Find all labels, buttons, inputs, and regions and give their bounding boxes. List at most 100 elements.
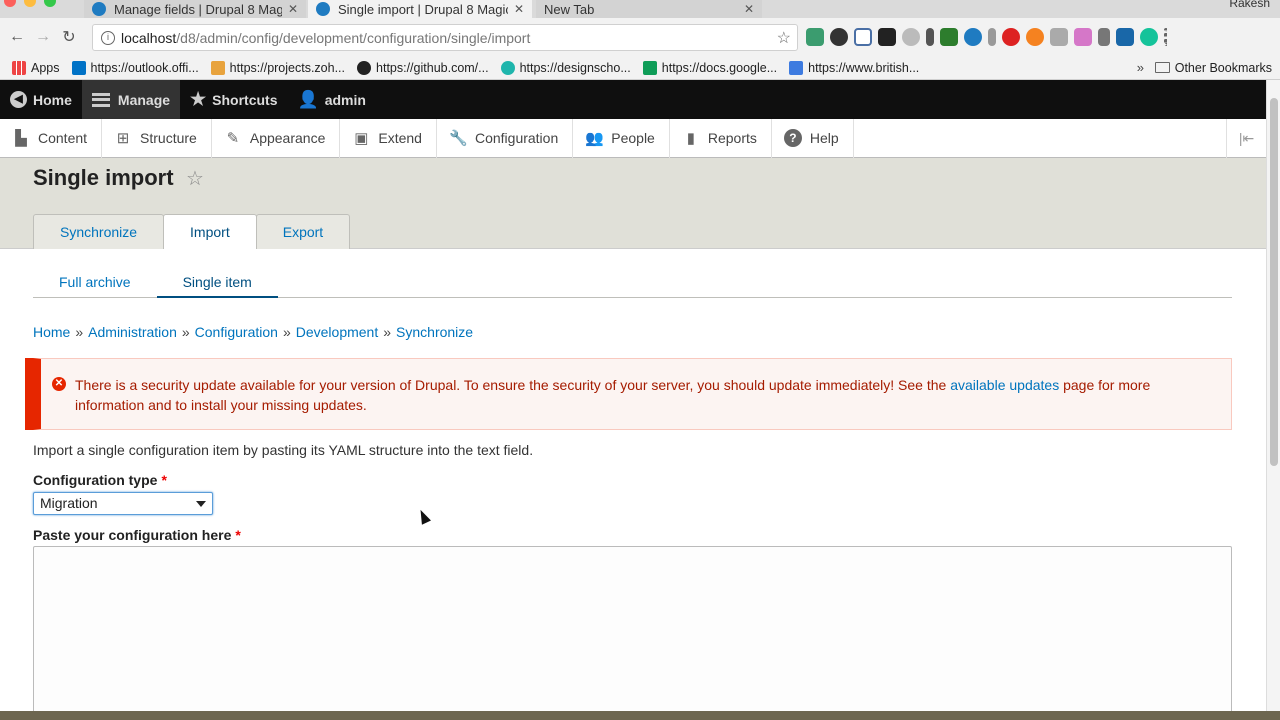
british-council-icon: [789, 60, 804, 75]
error-icon: ✕: [52, 377, 66, 391]
paste-config-textarea[interactable]: [33, 546, 1232, 720]
people-icon: 👥: [585, 130, 604, 147]
extension-icon[interactable]: [902, 28, 920, 46]
tab-full-archive[interactable]: Full archive: [33, 268, 157, 298]
toolbar-home[interactable]: ◀ Home: [0, 80, 82, 119]
collapse-tray-icon[interactable]: |⇤: [1226, 119, 1266, 158]
add-shortcut-star-icon[interactable]: ☆: [186, 166, 204, 191]
extension-icon[interactable]: [964, 28, 982, 46]
toolbar-user[interactable]: 👤 admin: [288, 80, 376, 119]
tray-item-help[interactable]: ? Help: [772, 118, 854, 158]
extension-icon[interactable]: [806, 28, 824, 46]
config-type-select[interactable]: Migration: [33, 492, 213, 515]
extension-icon[interactable]: [854, 28, 872, 46]
extension-icon[interactable]: [1098, 28, 1110, 46]
scrollbar-thumb[interactable]: [1270, 98, 1278, 466]
tray-item-content[interactable]: ▙ Content: [0, 118, 103, 158]
secondary-tabs: Full archive Single item: [33, 268, 1232, 298]
extension-icon[interactable]: [1050, 28, 1068, 46]
bookmark-github[interactable]: https://github.com/...: [357, 60, 489, 75]
breadcrumb-home[interactable]: Home: [33, 324, 70, 340]
breadcrumb-synchronize[interactable]: Synchronize: [396, 324, 473, 340]
toolbar-user-label: admin: [324, 91, 366, 108]
bookmark-apps[interactable]: Apps: [12, 60, 60, 75]
tray-item-label: Structure: [140, 130, 197, 146]
address-bar[interactable]: i localhost/d8/admin/config/development/…: [92, 24, 798, 51]
tray-item-reports[interactable]: ▮ Reports: [670, 118, 772, 158]
bookmark-label: https://docs.google...: [661, 60, 778, 75]
profile-name[interactable]: Rakesh: [1229, 0, 1270, 10]
tray-item-people[interactable]: 👥 People: [573, 118, 670, 158]
tray-item-label: People: [611, 130, 655, 146]
breadcrumb: Home» Administration» Configuration» Develo…: [33, 324, 473, 340]
tab-import[interactable]: Import: [163, 214, 257, 250]
toolbar-shortcuts[interactable]: ★ Shortcuts: [180, 80, 287, 119]
other-bookmarks[interactable]: Other Bookmarks: [1154, 61, 1272, 75]
bookmark-designschool[interactable]: https://designscho...: [500, 60, 631, 75]
tab-synchronize[interactable]: Synchronize: [33, 214, 165, 249]
toolbar-home-label: Home: [33, 91, 72, 108]
extension-icon[interactable]: [940, 28, 958, 46]
breadcrumb-separator: »: [383, 324, 392, 340]
bookmark-british[interactable]: https://www.british...: [789, 60, 919, 75]
error-message: ✕ There is a security update available f…: [33, 358, 1232, 430]
bookmark-label: https://github.com/...: [376, 60, 489, 75]
back-arrow-icon[interactable]: ←: [4, 28, 30, 46]
required-marker: *: [235, 527, 241, 543]
more-bookmarks-chevron-icon[interactable]: »: [1137, 60, 1144, 75]
tab-single-item[interactable]: Single item: [156, 268, 278, 298]
bookmark-google-docs[interactable]: https://docs.google...: [642, 60, 778, 75]
pinterest-icon[interactable]: [1002, 28, 1020, 46]
tab-close-icon[interactable]: ✕: [288, 2, 298, 16]
extension-icon[interactable]: [878, 28, 896, 46]
tray-item-structure[interactable]: ⊞ Structure: [102, 118, 212, 158]
tab-close-icon[interactable]: ✕: [744, 2, 754, 16]
extension-icon[interactable]: [1074, 28, 1092, 46]
toolbar-manage[interactable]: Manage: [81, 80, 181, 119]
tray-item-configuration[interactable]: 🔧 Configuration: [437, 118, 574, 158]
tab-export[interactable]: Export: [255, 214, 351, 249]
outlook-icon: [71, 60, 86, 75]
extension-icon[interactable]: [1116, 28, 1134, 46]
window-bottom-edge: [0, 711, 1280, 720]
browser-tab-single-import[interactable]: Single import | Drupal 8 Magic ✕: [308, 0, 532, 18]
bookmark-zoho-projects[interactable]: https://projects.zoh...: [210, 60, 345, 75]
extension-icon[interactable]: [1026, 28, 1044, 46]
canva-icon: [500, 60, 515, 75]
primary-tabs: Synchronize Import Export: [33, 214, 351, 250]
bookmark-star-icon[interactable]: ☆: [777, 28, 791, 48]
bookmark-outlook[interactable]: https://outlook.offi...: [71, 60, 199, 75]
tab-close-icon[interactable]: ✕: [514, 2, 524, 16]
drupal-favicon-icon: [316, 2, 330, 16]
browser-tab-new-tab[interactable]: New Tab ✕: [536, 0, 762, 18]
breadcrumb-administration[interactable]: Administration: [88, 324, 177, 340]
tray-item-extend[interactable]: ▣ Extend: [340, 118, 437, 158]
reload-icon[interactable]: ↻: [56, 27, 82, 47]
puzzle-icon: ▣: [354, 130, 369, 147]
config-type-label-text: Configuration type: [33, 472, 158, 488]
browser-tab-manage-fields[interactable]: Manage fields | Drupal 8 Magic ✕: [84, 0, 306, 18]
extension-icon[interactable]: [830, 28, 848, 46]
close-window-button[interactable]: [4, 0, 16, 7]
extension-icon[interactable]: [926, 28, 934, 46]
forward-arrow-icon[interactable]: →: [30, 28, 56, 46]
url-host: localhost: [121, 29, 177, 46]
available-updates-link[interactable]: available updates: [950, 377, 1059, 393]
browser-tab-strip: Manage fields | Drupal 8 Magic ✕ Single …: [0, 0, 1280, 18]
browser-toolbar: ← → ↻ i localhost/d8/admin/config/develo…: [0, 18, 1280, 56]
minimize-window-button[interactable]: [24, 0, 36, 7]
zoom-window-button[interactable]: [44, 0, 56, 7]
grammarly-icon[interactable]: [1140, 28, 1158, 46]
zoho-icon: [210, 60, 225, 75]
breadcrumb-configuration[interactable]: Configuration: [195, 324, 278, 340]
browser-menu-icon[interactable]: [1164, 28, 1168, 46]
github-icon: [357, 60, 372, 75]
tray-item-appearance[interactable]: ✎ Appearance: [212, 118, 341, 158]
bookmark-label: https://outlook.offi...: [90, 60, 199, 75]
bar-chart-icon: ▮: [686, 130, 695, 147]
extension-icon[interactable]: [988, 28, 996, 46]
tray-item-label: Extend: [378, 130, 422, 146]
breadcrumb-development[interactable]: Development: [296, 324, 379, 340]
info-icon[interactable]: i: [101, 30, 115, 45]
page-scrollbar[interactable]: [1266, 80, 1280, 720]
